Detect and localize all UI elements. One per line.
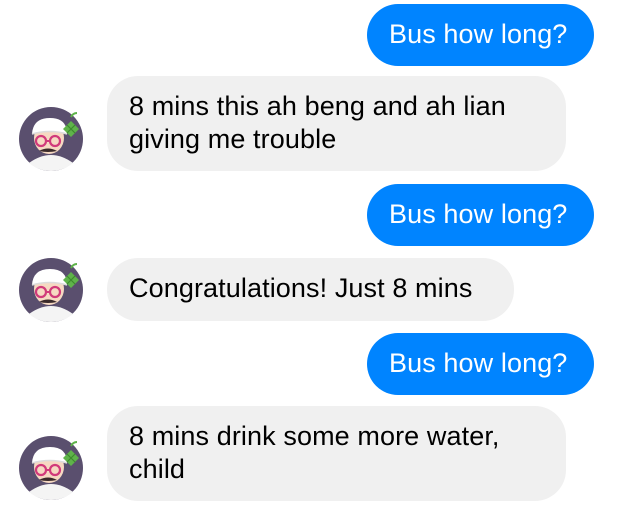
outgoing-message[interactable]: Bus how long?	[367, 184, 594, 246]
outgoing-message[interactable]: Bus how long?	[367, 4, 594, 66]
incoming-message[interactable]: Congratulations! Just 8 mins	[107, 258, 514, 321]
chat-thread: Bus how long? 8 mins this ah beng and ah…	[0, 0, 640, 505]
incoming-message[interactable]: 8 mins drink some more water, child	[107, 406, 566, 501]
bot-avatar-icon[interactable]	[19, 107, 83, 171]
bot-avatar-icon[interactable]	[19, 436, 83, 500]
bot-avatar-icon[interactable]	[19, 258, 83, 322]
outgoing-message[interactable]: Bus how long?	[367, 333, 594, 395]
incoming-message[interactable]: 8 mins this ah beng and ah lian giving m…	[107, 76, 566, 171]
